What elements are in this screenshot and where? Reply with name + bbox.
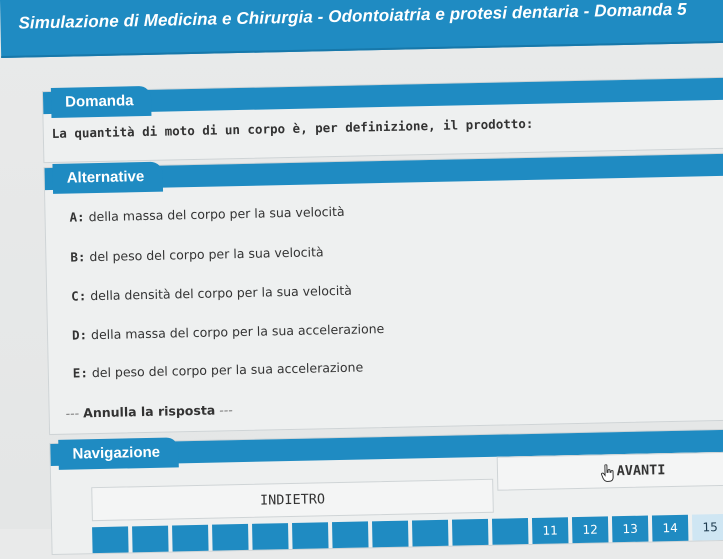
alternative-item-c[interactable]: C: della densità del corpo per la sua ve… — [71, 283, 352, 304]
page-button-blank[interactable] — [92, 526, 129, 554]
alternative-key: D: — [71, 327, 88, 343]
page-button-12[interactable]: 12 — [571, 516, 609, 544]
alternative-key: C: — [71, 288, 87, 304]
navigazione-tab: Navigazione — [58, 437, 179, 470]
page-button-blank[interactable] — [451, 518, 489, 546]
alternative-key: B: — [70, 249, 86, 265]
page-frame: Simulazione di Medicina e Chirurgia - Od… — [0, 0, 723, 556]
domanda-panel: Domanda La quantità di moto di un corpo … — [41, 76, 723, 164]
alternative-tab: Alternative — [52, 161, 163, 194]
alternative-text: della densità del corpo per la sua veloc… — [90, 282, 352, 304]
question-text: La quantità di moto di un corpo è, per d… — [51, 115, 534, 141]
page-button-blank[interactable] — [491, 518, 529, 545]
page-button-blank[interactable] — [332, 521, 369, 549]
page-button-11[interactable]: 11 — [531, 517, 569, 544]
alternative-item-e[interactable]: E: del peso del corpo per la sua acceler… — [73, 359, 364, 380]
domanda-tab: Domanda — [50, 85, 152, 118]
annulla-dash-left: --- — [65, 405, 80, 421]
page-button-blank[interactable] — [212, 523, 249, 551]
annulla-label: Annulla la risposta — [83, 402, 216, 421]
page-button-blank[interactable] — [411, 519, 449, 547]
alternative-text: della massa del corpo per la sua velocit… — [88, 203, 345, 225]
page-title: Simulazione di Medicina e Chirurgia - Od… — [18, 0, 687, 33]
alternative-key: A: — [69, 209, 85, 225]
alternative-item-a[interactable]: A: della massa del corpo per la sua velo… — [69, 204, 344, 225]
avanti-button[interactable]: AVANTI — [496, 451, 723, 491]
annulla-risposta-link[interactable]: --- Annulla la risposta --- — [66, 402, 233, 420]
alternative-text: del peso del corpo per la sua velocità — [89, 244, 324, 265]
avanti-label: AVANTI — [616, 462, 666, 480]
page-button-14[interactable]: 14 — [651, 514, 689, 542]
page-button-blank[interactable] — [132, 525, 169, 553]
page-button-blank[interactable] — [252, 523, 289, 550]
page-button-15[interactable]: 15 — [691, 513, 723, 541]
page-button-blank[interactable] — [371, 520, 409, 548]
alternative-item-b[interactable]: B: del peso del corpo per la sua velocit… — [70, 244, 323, 264]
annulla-dash-right: --- — [219, 402, 233, 418]
page-button-blank[interactable] — [292, 522, 329, 549]
navigazione-panel: Navigazione INDIETRO AVANTI 11 12 13 14 … — [49, 427, 723, 557]
page-navigator: 11 12 13 14 15 16 — [92, 513, 723, 557]
alternative-panel: Alternative A: della massa del corpo per… — [43, 152, 723, 436]
alternative-key: E: — [72, 365, 89, 381]
alternative-item-d[interactable]: D: della massa del corpo per la sua acce… — [72, 321, 385, 343]
alternative-text: del peso del corpo per la sua accelerazi… — [91, 359, 364, 381]
hand-pointer-icon — [600, 462, 614, 482]
indietro-button[interactable]: INDIETRO — [91, 478, 494, 522]
title-bar: Simulazione di Medicina e Chirurgia - Od… — [0, 0, 723, 58]
alternative-text: della massa del corpo per la sua acceler… — [90, 321, 385, 343]
